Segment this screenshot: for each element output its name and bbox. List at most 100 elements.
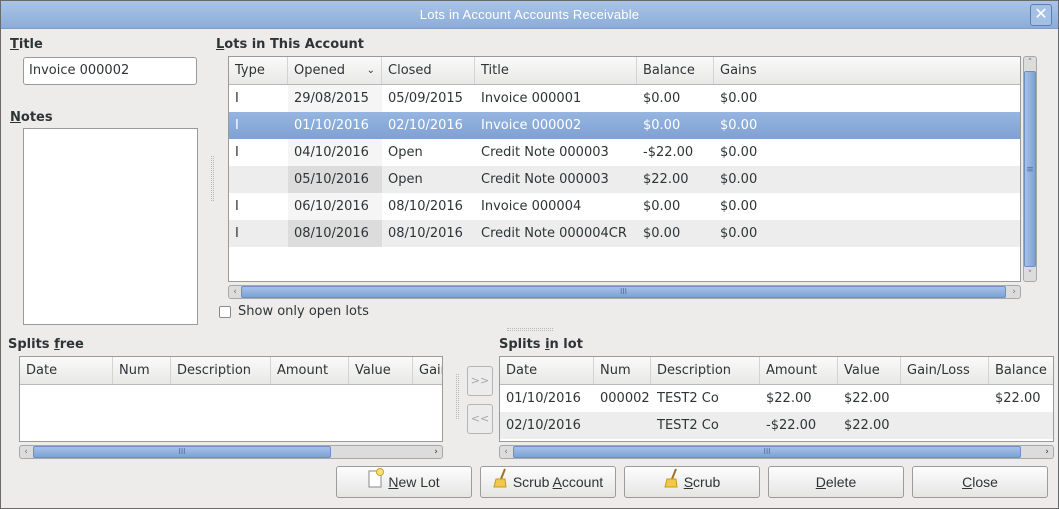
- column-header-type[interactable]: Type: [229, 57, 288, 84]
- column-header-value[interactable]: Value: [349, 357, 413, 384]
- lot-type: I: [235, 199, 239, 214]
- split-num: [594, 412, 651, 439]
- lots-vertical-scrollbar[interactable]: ˄ ≡ ˅: [1023, 56, 1037, 282]
- lot-row[interactable]: I 06/10/2016 08/10/2016 Invoice 000004 $…: [229, 193, 1020, 220]
- lot-title: Invoice 000004: [481, 199, 582, 214]
- column-header-amount[interactable]: Amount: [760, 357, 838, 384]
- title-input[interactable]: Invoice 000002: [23, 57, 197, 85]
- title-bar: Lots in Account Accounts Receivable ✕: [1, 1, 1058, 29]
- split-amount: $22.00: [766, 391, 812, 406]
- split-amount: -$22.00: [766, 418, 817, 433]
- column-header-description[interactable]: Description: [651, 357, 760, 384]
- delete-button[interactable]: Delete: [768, 466, 904, 498]
- lot-gains: $0.00: [720, 118, 758, 133]
- split-description: TEST2 Co: [657, 391, 719, 406]
- splits-free-horizontal-scrollbar[interactable]: ‹ III ›: [19, 445, 443, 459]
- lot-opened: 05/10/2016: [288, 166, 382, 193]
- scroll-thumb[interactable]: III: [513, 446, 1021, 458]
- lot-balance: -$22.00: [643, 145, 694, 160]
- split-row[interactable]: 01/10/2016 000002 TEST2 Co $22.00 $22.00…: [500, 385, 1053, 412]
- split-num: 000002: [600, 391, 650, 406]
- pane-resize-handle[interactable]: [456, 374, 459, 419]
- column-header-balance[interactable]: Balance: [637, 57, 714, 84]
- splits-in-lot-table[interactable]: Date Num Description Amount Value Gain/L…: [499, 356, 1054, 442]
- show-open-lots-label[interactable]: Show only open lots: [238, 304, 369, 319]
- column-header-gain[interactable]: Gain: [413, 357, 442, 384]
- split-row[interactable]: 02/10/2016 TEST2 Co -$22.00 $22.00: [500, 412, 1053, 439]
- scroll-right-icon[interactable]: ›: [1008, 286, 1020, 298]
- splits-in-lot-horizontal-scrollbar[interactable]: ‹ III ›: [499, 445, 1054, 459]
- lot-row[interactable]: 05/10/2016 Open Credit Note 000003 $22.0…: [229, 166, 1020, 193]
- lots-horizontal-scrollbar[interactable]: ‹ III ›: [228, 285, 1021, 299]
- scroll-down-icon[interactable]: ˅: [1024, 269, 1036, 281]
- scroll-up-icon[interactable]: ˄: [1024, 57, 1036, 69]
- column-header-label: Gains: [720, 63, 757, 78]
- lot-balance: $0.00: [643, 91, 681, 106]
- notes-textarea[interactable]: [23, 128, 198, 325]
- column-header-label: Amount: [277, 363, 329, 378]
- lot-type: I: [235, 145, 239, 160]
- splits-free-table[interactable]: Date Num Description Amount Value Gain: [19, 356, 443, 442]
- column-header-gains[interactable]: Gains: [714, 57, 1020, 84]
- button-label: Scrub: [512, 474, 553, 490]
- lot-type: I: [235, 118, 239, 133]
- column-header-date[interactable]: Date: [500, 357, 594, 384]
- column-header-num[interactable]: Num: [594, 357, 651, 384]
- lot-balance: $0.00: [643, 118, 681, 133]
- column-header-label: Gain: [419, 363, 442, 378]
- lot-row[interactable]: I 04/10/2016 Open Credit Note 000003 -$2…: [229, 139, 1020, 166]
- scroll-left-icon[interactable]: ‹: [229, 286, 241, 298]
- lot-row[interactable]: I 29/08/2015 05/09/2015 Invoice 000001 $…: [229, 85, 1020, 112]
- column-header-num[interactable]: Num: [113, 357, 171, 384]
- close-x-icon[interactable]: ✕: [1030, 4, 1052, 26]
- column-header-gain-loss[interactable]: Gain/Loss: [901, 357, 989, 384]
- lot-row[interactable]: I 08/10/2016 08/10/2016 Credit Note 0000…: [229, 220, 1020, 247]
- pane-resize-handle[interactable]: [507, 328, 553, 331]
- button-label: ccount: [561, 474, 604, 490]
- scroll-left-icon[interactable]: ‹: [20, 446, 32, 458]
- new-lot-button[interactable]: New Lot: [336, 466, 472, 498]
- pane-resize-handle[interactable]: [211, 156, 214, 201]
- label-text: Splits: [499, 337, 546, 352]
- column-header-description[interactable]: Description: [171, 357, 271, 384]
- lot-opened: 01/10/2016: [294, 118, 369, 133]
- add-to-lot-button[interactable]: >>: [467, 366, 493, 396]
- scrub-account-button[interactable]: Scrub Account: [480, 466, 616, 498]
- column-header-label: Opened: [294, 63, 345, 78]
- scrub-button[interactable]: Scrub: [624, 466, 760, 498]
- column-header-balance[interactable]: Balance: [989, 357, 1053, 384]
- lot-title: Credit Note 000003: [481, 172, 609, 187]
- split-gain-loss: [901, 385, 989, 412]
- scroll-right-icon[interactable]: ›: [1041, 446, 1053, 458]
- show-open-lots-checkbox[interactable]: [219, 306, 231, 318]
- lot-row-selected[interactable]: I 01/10/2016 02/10/2016 Invoice 000002 $…: [229, 112, 1020, 139]
- splits-free-header: Date Num Description Amount Value Gain: [20, 357, 442, 385]
- column-header-label: Title: [481, 63, 509, 78]
- lots-table[interactable]: Type Opened ⌄ Closed Title Balance Gains …: [228, 56, 1021, 282]
- lot-gains: $0.00: [720, 172, 758, 187]
- lot-title: Credit Note 000004CR: [481, 226, 627, 241]
- column-header-amount[interactable]: Amount: [271, 357, 349, 384]
- scroll-right-icon[interactable]: ›: [430, 446, 442, 458]
- button-mnemonic: C: [962, 474, 973, 490]
- scroll-left-icon[interactable]: ‹: [500, 446, 512, 458]
- scroll-thumb[interactable]: ≡: [1024, 71, 1036, 267]
- lot-opened: 04/10/2016: [288, 139, 382, 166]
- broom-icon: [664, 468, 680, 498]
- column-header-closed[interactable]: Closed: [382, 57, 475, 84]
- remove-from-lot-button[interactable]: <<: [467, 404, 493, 434]
- lot-closed: 05/09/2015: [388, 91, 463, 106]
- lot-gains: $0.00: [720, 145, 758, 160]
- scroll-thumb[interactable]: III: [33, 446, 331, 458]
- close-button[interactable]: Close: [912, 466, 1048, 498]
- column-header-date[interactable]: Date: [20, 357, 113, 384]
- column-header-value[interactable]: Value: [838, 357, 901, 384]
- column-header-label: Value: [355, 363, 391, 378]
- column-header-opened[interactable]: Opened ⌄: [288, 57, 382, 84]
- lot-balance: $0.00: [643, 199, 681, 214]
- button-label: lose: [972, 474, 998, 490]
- lot-gains: $0.00: [720, 91, 758, 106]
- label-text: n lot: [549, 337, 583, 352]
- column-header-title[interactable]: Title: [475, 57, 637, 84]
- scroll-thumb[interactable]: III: [241, 286, 1006, 298]
